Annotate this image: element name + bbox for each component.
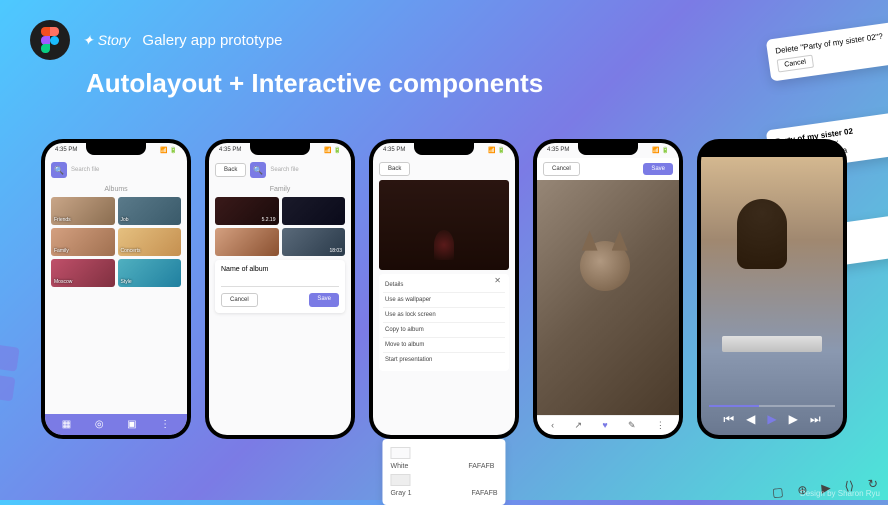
story-badge: ✦ Story bbox=[82, 32, 130, 49]
action-bar: ‹ ↗ ♥ ✎ ⋮ bbox=[537, 415, 679, 435]
credit: Design by Sharon Ryu bbox=[800, 489, 880, 498]
close-icon[interactable]: ✕ bbox=[494, 276, 501, 285]
menu-lockscreen[interactable]: Use as lock screen bbox=[383, 308, 505, 323]
menu-details[interactable]: Details bbox=[383, 278, 505, 293]
back-icon[interactable]: ‹ bbox=[551, 420, 554, 431]
gallery-icon[interactable]: ▦ bbox=[62, 419, 71, 430]
photo-thumb[interactable] bbox=[215, 228, 279, 256]
phone-albums: 4:35 PM📶 🔋 🔍 Search file Albums Friends … bbox=[41, 139, 191, 439]
album-thumb[interactable]: Family bbox=[51, 228, 115, 256]
search-input[interactable]: Search file bbox=[71, 167, 181, 173]
photo-thumb[interactable] bbox=[282, 197, 346, 225]
figma-logo-icon bbox=[30, 20, 70, 60]
search-input[interactable]: Search file bbox=[270, 167, 345, 173]
share-icon[interactable]: ↗ bbox=[574, 420, 582, 431]
color-hex: FAFAFB bbox=[468, 463, 494, 470]
prev-icon[interactable]: ◀ bbox=[746, 412, 755, 427]
menu-presentation[interactable]: Start presentation bbox=[383, 353, 505, 367]
crop-icon[interactable]: ▢ bbox=[772, 485, 785, 500]
photo-preview bbox=[379, 180, 509, 270]
color-hex: FAFAFB bbox=[471, 490, 497, 497]
cancel-button[interactable]: Cancel bbox=[777, 55, 814, 73]
phone-mockups: 4:35 PM📶 🔋 🔍 Search file Albums Friends … bbox=[0, 139, 888, 439]
photo-thumb[interactable]: 5.2.19 bbox=[215, 197, 279, 225]
video-progress[interactable] bbox=[709, 405, 835, 407]
color-name: White bbox=[390, 463, 408, 470]
side-icon bbox=[0, 345, 20, 372]
album-thumb[interactable]: Style bbox=[118, 259, 182, 287]
cat-photo bbox=[537, 165, 679, 417]
search-icon[interactable]: 🔍 bbox=[250, 162, 266, 178]
save-button[interactable]: Save bbox=[643, 163, 673, 175]
album-thumb[interactable]: Job bbox=[118, 197, 182, 225]
menu-wallpaper[interactable]: Use as wallpaper bbox=[383, 293, 505, 308]
album-thumb[interactable]: Friends bbox=[51, 197, 115, 225]
phone-video: ⏮ ◀ ▶ ▶ ⏭ bbox=[697, 139, 847, 439]
like-icon[interactable]: ♥ bbox=[602, 420, 607, 431]
back-button[interactable]: Back bbox=[379, 162, 410, 176]
folder-icon[interactable]: ▣ bbox=[127, 419, 136, 430]
section-title: Family bbox=[209, 182, 351, 197]
photo-thumb[interactable]: 18:03 bbox=[282, 228, 346, 256]
status-time: 4:35 PM bbox=[55, 147, 77, 154]
cancel-button[interactable]: Cancel bbox=[221, 293, 258, 307]
app-name: Galery app prototype bbox=[142, 32, 282, 49]
more-icon[interactable]: ⋮ bbox=[160, 419, 170, 430]
section-title: Albums bbox=[45, 182, 187, 197]
header: ✦ Story Galery app prototype Autolayout … bbox=[0, 0, 888, 119]
color-name: Gray 1 bbox=[390, 490, 411, 497]
next-icon[interactable]: ▶ bbox=[789, 412, 798, 427]
edit-icon[interactable]: ✎ bbox=[628, 420, 636, 431]
back-button[interactable]: Back bbox=[215, 163, 246, 177]
more-icon[interactable]: ⋮ bbox=[656, 420, 665, 431]
modal-title: Name of album bbox=[221, 266, 339, 273]
play-icon[interactable]: ▶ bbox=[767, 412, 776, 427]
context-menu: ✕ Details Use as wallpaper Use as lock s… bbox=[379, 274, 509, 371]
menu-copy[interactable]: Copy to album bbox=[383, 323, 505, 338]
video-frame: ⏮ ◀ ▶ ▶ ⏭ bbox=[701, 157, 843, 435]
camera-icon[interactable]: ◎ bbox=[95, 419, 104, 430]
cancel-button[interactable]: Cancel bbox=[543, 162, 580, 176]
phone-family: 4:35 PM📶 🔋 Back 🔍 Search file Family 5.2… bbox=[205, 139, 355, 439]
album-thumb[interactable]: Moscow bbox=[51, 259, 115, 287]
menu-move[interactable]: Move to album bbox=[383, 338, 505, 353]
status-icons: 📶 🔋 bbox=[160, 147, 177, 154]
save-button[interactable]: Save bbox=[309, 293, 339, 307]
forward-icon[interactable]: ⏭ bbox=[810, 412, 821, 427]
color-palette: White FAFAFB Gray 1 FAFAFB bbox=[382, 439, 505, 505]
album-thumb[interactable]: Concerts bbox=[118, 228, 182, 256]
album-name-input[interactable] bbox=[221, 277, 339, 287]
bottom-nav: ▦ ◎ ▣ ⋮ bbox=[45, 414, 187, 435]
phone-photo-edit: 4:35 PM📶 🔋 Cancel Save ‹ ↗ ♥ ✎ ⋮ bbox=[533, 139, 683, 439]
page-title: Autolayout + Interactive components bbox=[86, 68, 858, 99]
phone-context-menu: 4:35 PM📶 🔋 Back ✕ Details Use as wallpap… bbox=[369, 139, 519, 439]
search-icon[interactable]: 🔍 bbox=[51, 162, 67, 178]
name-album-modal: Name of album Cancel Save bbox=[215, 260, 345, 313]
rewind-icon[interactable]: ⏮ bbox=[723, 412, 734, 427]
